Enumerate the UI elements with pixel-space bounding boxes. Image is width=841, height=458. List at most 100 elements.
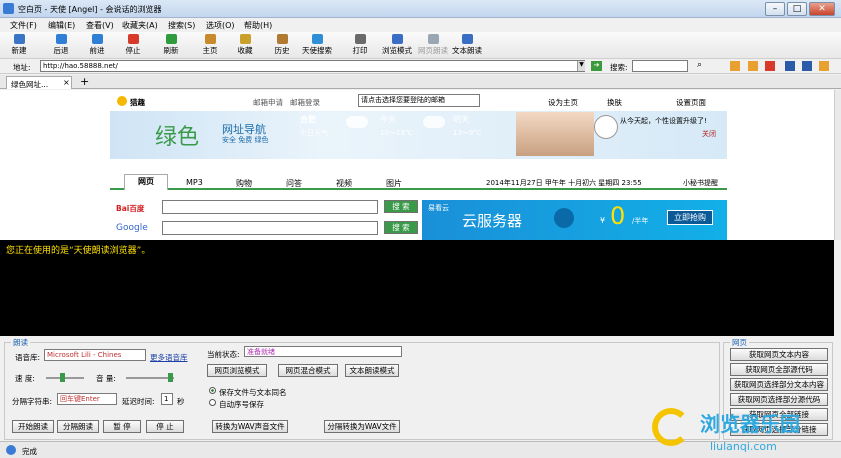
next-icon[interactable] <box>748 61 758 71</box>
menu-options[interactable]: 选项(O) <box>206 20 235 31</box>
weather-week[interactable]: 七日天气 <box>300 128 328 138</box>
toolbar-button-forward[interactable]: 前进 <box>82 33 112 58</box>
address-input[interactable]: http://hao.58888.net/ <box>40 60 585 72</box>
secretary-link[interactable]: 小秘书提醒 <box>683 178 718 188</box>
toolbar-button-back[interactable]: 后退 <box>46 33 76 58</box>
tab-qa[interactable]: 问答 <box>286 178 302 189</box>
menu-favorites[interactable]: 收藏夹(A) <box>122 20 158 31</box>
toolbar-label: 收藏 <box>237 46 253 55</box>
toolbar-button-read-text[interactable]: 文本朗读 <box>452 33 482 58</box>
delay-input[interactable]: 1 <box>161 393 173 405</box>
ad-unit: /半年 <box>632 217 649 225</box>
toolbar-button-stop[interactable]: 停止 <box>118 33 148 58</box>
ad-banner[interactable]: 易看云 云服务器 ¥ 0 /半年 立即抢购 <box>422 200 727 240</box>
more-voice-link[interactable]: 更多语音库 <box>150 352 188 363</box>
stop-square-icon[interactable] <box>819 61 829 71</box>
tab-active[interactable]: 绿色网址... × <box>6 76 72 89</box>
google-logo: Google <box>116 223 148 233</box>
date-text: 2014年11月27日 甲午年 十月初六 星期四 23:55 <box>486 179 642 187</box>
prev-icon[interactable] <box>730 61 740 71</box>
convert-wav-button[interactable]: 转换为WAV声音文件 <box>212 420 288 433</box>
skin-link[interactable]: 换肤 <box>607 97 622 108</box>
settings-link[interactable]: 设置页面 <box>676 97 706 108</box>
close-page-icon[interactable] <box>765 61 775 71</box>
maximize-button[interactable]: □ <box>787 2 807 16</box>
magnifier-icon[interactable]: ⌕ <box>697 60 702 70</box>
radio-auto-number-label: 自动序号保存 <box>219 400 264 409</box>
start-read-button[interactable]: 开始朗读 <box>12 420 54 433</box>
tab-close-icon[interactable]: × <box>63 78 70 87</box>
speed-slider-thumb[interactable] <box>60 373 65 382</box>
delimiter-select[interactable]: 回车键Enter <box>57 393 117 405</box>
web-mixed-mode-button[interactable]: 网页混合模式 <box>278 364 338 377</box>
mail-select[interactable]: 请点击选择您要登陆的邮箱 <box>358 94 480 107</box>
toolbar: 新建 后退 前进 停止 刷新 主页 收藏 历史 天使搜索 打印 浏览模式 网页朗读 文本朗读 <box>0 32 841 59</box>
menu-view[interactable]: 查看(V) <box>86 20 114 31</box>
web-browse-mode-button[interactable]: 网页浏览模式 <box>207 364 267 377</box>
close-button[interactable]: ✕ <box>809 2 835 16</box>
promo-close[interactable]: 关闭 <box>702 129 716 139</box>
tab-images[interactable]: 图片 <box>386 178 402 189</box>
toolbar-button-angel-search[interactable]: 天使搜索 <box>302 33 332 58</box>
watermark-logo-icon <box>652 408 690 446</box>
get-source-button[interactable]: 获取网页全部源代码 <box>730 363 828 376</box>
ad-buy-button[interactable]: 立即抢购 <box>667 210 713 225</box>
menu-search[interactable]: 搜索(S) <box>168 20 195 31</box>
tab-shopping[interactable]: 购物 <box>236 178 252 189</box>
toolbar-button-new[interactable]: 新建 <box>4 33 34 58</box>
baidu-search-button[interactable]: 搜 索 <box>384 200 418 213</box>
toolbar-button-print[interactable]: 打印 <box>345 33 375 58</box>
stop-button[interactable]: 停 止 <box>146 420 184 433</box>
tab-video[interactable]: 视频 <box>336 178 352 189</box>
toolbar-button-home[interactable]: 主页 <box>195 33 225 58</box>
toolbar-label: 打印 <box>352 46 368 55</box>
toolbar-button-refresh[interactable]: 刷新 <box>156 33 186 58</box>
pause-icon[interactable] <box>802 61 812 71</box>
volume-slider-thumb[interactable] <box>168 373 173 382</box>
set-home-link[interactable]: 设为主页 <box>548 97 578 108</box>
get-text-button[interactable]: 获取网页文本内容 <box>730 348 828 361</box>
google-search-input[interactable] <box>162 221 378 235</box>
menu-edit[interactable]: 编辑(E) <box>48 20 75 31</box>
logo-icon <box>117 96 127 106</box>
toolbar-label: 新建 <box>11 46 27 55</box>
toolbar-label: 历史 <box>274 46 290 55</box>
toolbar-button-browse-mode[interactable]: 浏览模式 <box>382 33 412 58</box>
print-icon <box>354 34 366 44</box>
webpage-scrollbar[interactable] <box>834 90 841 240</box>
cloud-icon <box>423 116 445 128</box>
ad-brand: 易看云 <box>428 204 449 212</box>
mail-login-link[interactable]: 邮箱登录 <box>290 97 320 108</box>
minimize-button[interactable]: – <box>765 2 785 16</box>
ad-price: 0 <box>610 202 626 230</box>
mail-apply-link[interactable]: 邮箱申请 <box>253 97 283 108</box>
play-icon[interactable] <box>785 61 795 71</box>
text-read-mode-button[interactable]: 文本朗读模式 <box>345 364 399 377</box>
menu-help[interactable]: 帮助(H) <box>244 20 272 31</box>
read-page-icon <box>427 34 439 44</box>
get-selected-text-button[interactable]: 获取网页选择部分文本内容 <box>730 378 828 391</box>
tab-mp3[interactable]: MP3 <box>186 178 203 187</box>
segment-convert-wav-button[interactable]: 分隔转换为WAV文件 <box>324 420 400 433</box>
toolbar-button-history[interactable]: 历史 <box>267 33 297 58</box>
new-tab-icon[interactable]: + <box>80 75 89 88</box>
tab-web[interactable]: 网页 <box>124 174 168 190</box>
pause-button[interactable]: 暂 停 <box>103 420 141 433</box>
toolbar-label: 后退 <box>53 46 69 55</box>
radio-same-name[interactable] <box>209 387 216 394</box>
voice-select[interactable]: Microsoft Lili - Chines <box>44 349 146 361</box>
volume-slider[interactable] <box>126 377 174 379</box>
toolbar-label: 浏览模式 <box>382 46 412 55</box>
baidu-search-input[interactable] <box>162 200 378 214</box>
menu-file[interactable]: 文件(F) <box>10 20 37 31</box>
segment-read-button[interactable]: 分隔朗读 <box>57 420 99 433</box>
toolbar-button-favorites[interactable]: 收藏 <box>230 33 260 58</box>
address-dropdown-icon[interactable]: ▼ <box>577 61 585 71</box>
search-input[interactable] <box>632 60 688 72</box>
go-icon[interactable]: ➔ <box>591 61 602 71</box>
google-search-button[interactable]: 搜 索 <box>384 221 418 234</box>
history-icon <box>276 34 288 44</box>
radio-auto-number[interactable] <box>209 399 216 406</box>
speed-slider[interactable] <box>46 377 84 379</box>
toolbar-button-read-page[interactable]: 网页朗读 <box>418 33 448 58</box>
